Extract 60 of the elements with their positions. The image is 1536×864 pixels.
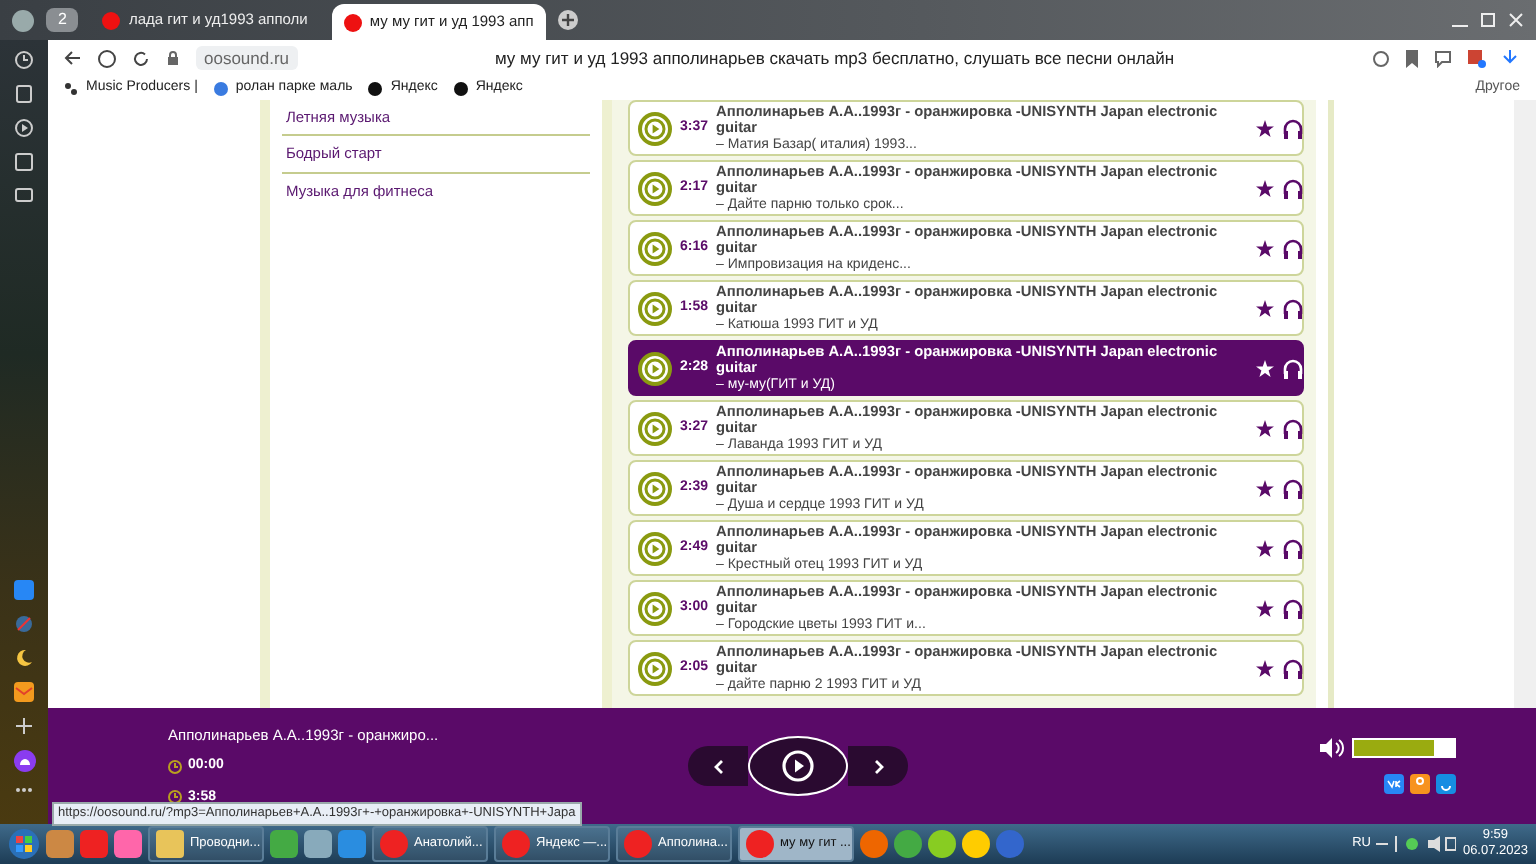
grid-dots-icon	[64, 81, 78, 95]
chevron-right-icon	[873, 759, 883, 773]
headphones-icon[interactable]	[1282, 537, 1305, 559]
play-button[interactable]	[748, 736, 848, 796]
play-circle-icon[interactable]	[14, 118, 34, 138]
site-icon	[343, 13, 362, 31]
headphones-icon[interactable]	[1282, 177, 1305, 199]
star-icon[interactable]	[1256, 179, 1275, 197]
avatar-circle[interactable]	[12, 9, 34, 31]
headphones-icon[interactable]	[1282, 597, 1305, 619]
moon-icon[interactable]	[14, 648, 34, 668]
star-icon[interactable]	[1256, 659, 1275, 677]
more-icon[interactable]	[14, 786, 34, 794]
vk-icon[interactable]	[1384, 774, 1404, 794]
speaker-icon[interactable]	[1320, 738, 1344, 758]
headphones-icon[interactable]	[1282, 237, 1305, 259]
bookmark-icon[interactable]	[1406, 49, 1418, 67]
star-icon[interactable]	[1256, 359, 1275, 377]
star-icon[interactable]	[1256, 539, 1275, 557]
mail-ru-icon[interactable]	[1436, 774, 1456, 794]
clock-icon	[168, 759, 182, 774]
star-icon[interactable]	[1256, 479, 1275, 497]
new-tab-icon[interactable]	[557, 10, 578, 30]
assistant-icon[interactable]	[13, 750, 35, 772]
speech-bubble-icon[interactable]	[1434, 49, 1452, 67]
headphones-icon[interactable]	[1282, 117, 1305, 139]
page-title: му му гит и уд 1993 апполинарьев скачать mp3 бесплатно, слушать все песни онлайн	[492, 45, 1177, 71]
reload-icon[interactable]	[132, 49, 150, 67]
play-icon	[782, 750, 814, 782]
address-field[interactable]: oosound.ru	[196, 45, 298, 71]
scrollbar[interactable]	[1514, 100, 1536, 708]
star-icon[interactable]	[1256, 239, 1275, 257]
download-icon[interactable]	[1502, 49, 1520, 67]
play-icon[interactable]	[638, 351, 672, 385]
headphones-icon[interactable]	[1282, 477, 1305, 499]
ok-icon[interactable]	[1410, 774, 1430, 794]
volume-slider[interactable]	[1352, 738, 1456, 758]
headphones-icon[interactable]	[1282, 417, 1305, 439]
headphones-icon[interactable]	[1282, 297, 1305, 319]
back-icon[interactable]	[64, 50, 82, 66]
star-icon[interactable]	[1256, 119, 1275, 137]
plus-icon[interactable]	[14, 716, 34, 736]
star-icon[interactable]	[1256, 599, 1275, 617]
star-icon[interactable]	[1256, 419, 1275, 437]
next-button[interactable]	[848, 746, 908, 786]
clock-icon	[168, 790, 182, 805]
screen-icon[interactable]	[14, 186, 34, 206]
site-icon	[102, 11, 121, 29]
tray-icons[interactable]	[1376, 836, 1457, 852]
chevron-left-icon	[713, 759, 723, 773]
headphones-icon[interactable]	[1282, 357, 1305, 379]
maximize-icon[interactable]	[1480, 12, 1496, 28]
mail-icon[interactable]	[14, 682, 34, 702]
close-icon[interactable]	[1508, 12, 1524, 28]
headphones-icon[interactable]	[1282, 657, 1305, 679]
clock-icon[interactable]	[14, 50, 34, 70]
previous-button[interactable]	[688, 746, 748, 786]
star-icon[interactable]	[1256, 299, 1275, 317]
start-orb-icon[interactable]	[8, 828, 40, 860]
lock-icon	[166, 50, 180, 66]
